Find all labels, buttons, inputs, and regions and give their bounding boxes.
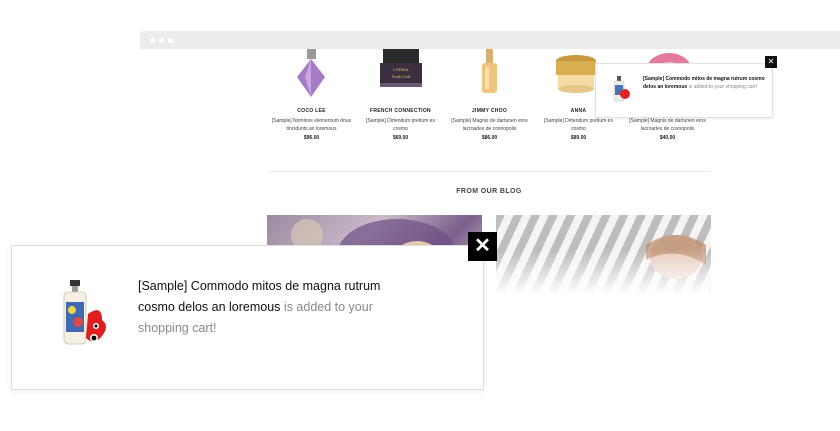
product-price: $40.00 (659, 135, 676, 141)
product-description: [Sample] Nominos elementum dous tincidun… (271, 118, 352, 132)
product-name[interactable]: COCO LEE (267, 108, 356, 114)
product-description: [Sample] Magnis de dartunen eros lacroad… (451, 118, 528, 132)
product-price: $69.00 (392, 135, 409, 141)
window-dot (159, 38, 164, 43)
blog-post-image[interactable] (496, 215, 711, 295)
product-thumbnail (58, 280, 116, 352)
product-image[interactable] (267, 49, 356, 107)
product-name[interactable]: FRENCH CONNECTION (356, 108, 445, 114)
window-dot (168, 38, 173, 43)
product-price: $86.00 (481, 135, 498, 141)
product-description: [Sample] Magnis de dartunen eros lacroad… (629, 118, 706, 132)
blog-section-title: FROM OUR BLOG (456, 188, 522, 195)
svg-text:Youth Code: Youth Code (391, 74, 410, 79)
product-name[interactable]: JIMMY CHOO (445, 108, 534, 114)
product-card[interactable]: JIMMY CHOO [Sample] Magnis de dartunen e… (445, 49, 534, 169)
mini-notification-text: [Sample] Commodo mitos de magna rutrum c… (643, 75, 765, 91)
product-card[interactable]: L'OREAL Youth Code FRENCH CONNECTION [Sa… (356, 49, 445, 169)
mini-close-icon[interactable]: ✕ (765, 56, 777, 68)
mini-product-thumbnail (611, 76, 631, 104)
browser-toolbar (140, 31, 840, 49)
product-price: $96.00 (303, 135, 320, 141)
product-description: [Sample] Dirtendum pretium es cosmo (544, 118, 613, 132)
section-divider (267, 171, 711, 172)
product-price: $89.00 (570, 135, 587, 141)
product-card[interactable]: COCO LEE [Sample] Nominos elementum dous… (267, 49, 356, 169)
cart-notification-popup: [Sample] Commodo mitos de magna rutrum c… (11, 245, 484, 390)
notification-text: [Sample] Commodo mitos de magna rutrum c… (138, 276, 400, 339)
mini-notification-message: is added to your shopping cart! (687, 84, 757, 90)
mini-cart-notification: [Sample] Commodo mitos de magna rutrum c… (595, 63, 773, 118)
window-dot (150, 38, 155, 43)
window-dots (150, 38, 173, 43)
product-description: [Sample] Dirtendum pretium es cosmo (366, 118, 435, 132)
product-image[interactable]: L'OREAL Youth Code (356, 49, 445, 107)
svg-text:L'OREAL: L'OREAL (393, 67, 410, 72)
close-icon[interactable]: ✕ (468, 232, 497, 261)
product-image[interactable] (445, 49, 534, 107)
